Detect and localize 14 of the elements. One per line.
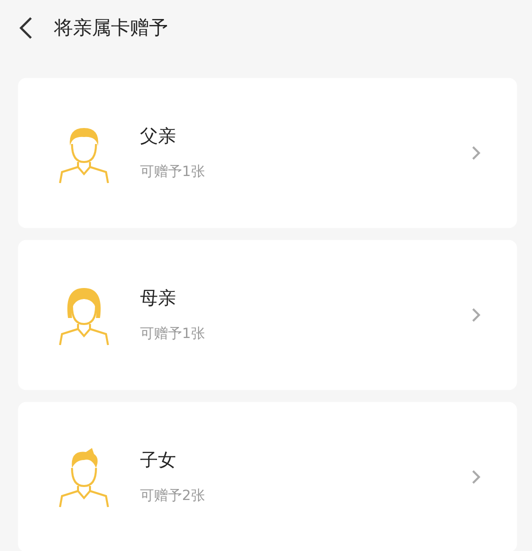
member-name: 父亲: [140, 125, 177, 149]
page-title: 将亲属卡赠予: [54, 16, 168, 41]
chevron-icon: [471, 469, 481, 485]
card-count: 可赠予1张: [140, 325, 206, 344]
person-icon: [58, 446, 110, 508]
member-item[interactable]: 母亲 可赠予1张: [18, 240, 517, 390]
member-item[interactable]: 父亲 可赠予1张: [18, 78, 517, 228]
member-item[interactable]: 子女 可赠予2张: [18, 402, 517, 551]
member-name: 子女: [140, 449, 177, 473]
member-name: 母亲: [140, 287, 177, 311]
card-count: 可赠予2张: [140, 487, 206, 506]
chevron-icon: [471, 307, 481, 323]
chevron-icon: [471, 145, 481, 161]
card-count: 可赠予1张: [140, 163, 206, 182]
